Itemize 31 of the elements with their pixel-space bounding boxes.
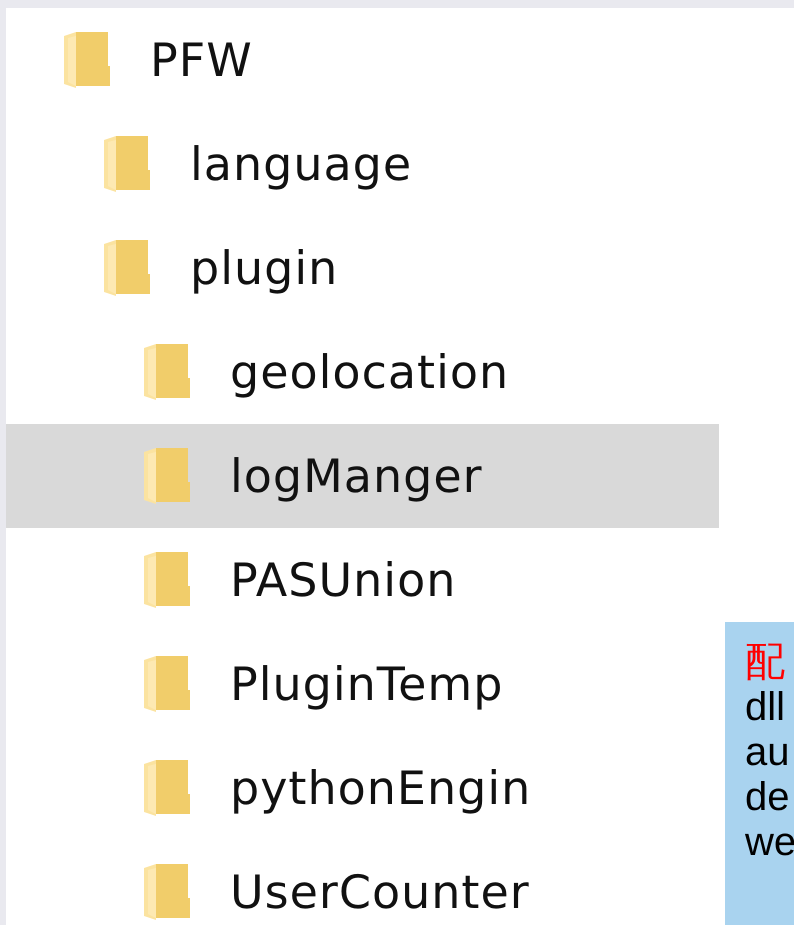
tree-item[interactable]: language [6, 112, 719, 216]
note-text: au [745, 730, 790, 775]
selected-tree-item[interactable]: logManger [6, 424, 719, 528]
folder-name: UserCounter [230, 865, 530, 919]
tree-item[interactable]: geolocation [6, 320, 719, 424]
folder-name: PFW [150, 33, 253, 87]
folder-icon [144, 552, 190, 608]
folder-name: pythonEngin [230, 761, 532, 815]
folder-name: PluginTemp [230, 657, 504, 711]
tree-item[interactable]: PluginTemp [6, 632, 719, 736]
tree-item[interactable]: UserCounter [6, 840, 719, 925]
tree-item[interactable]: plugin [6, 216, 719, 320]
tree-item[interactable]: PASUnion [6, 528, 719, 632]
folder-icon [144, 864, 190, 920]
folder-icon [144, 344, 190, 400]
note-text: dll [745, 685, 786, 730]
folder-icon [144, 760, 190, 816]
folder-name: plugin [190, 241, 338, 295]
folder-name: language [190, 137, 412, 191]
folder-icon [144, 656, 190, 712]
folder-name: PASUnion [230, 553, 456, 607]
folder-icon [144, 448, 190, 504]
tree-item[interactable]: PFW [6, 8, 719, 112]
folder-name: logManger [230, 449, 483, 503]
note-text: 配 [745, 640, 786, 685]
folder-icon [104, 136, 150, 192]
folder-icon [64, 32, 110, 88]
note-text: de [745, 775, 790, 820]
tree-item[interactable]: pythonEngin [6, 736, 719, 840]
folder-name: geolocation [230, 345, 510, 399]
folder-icon [104, 240, 150, 296]
